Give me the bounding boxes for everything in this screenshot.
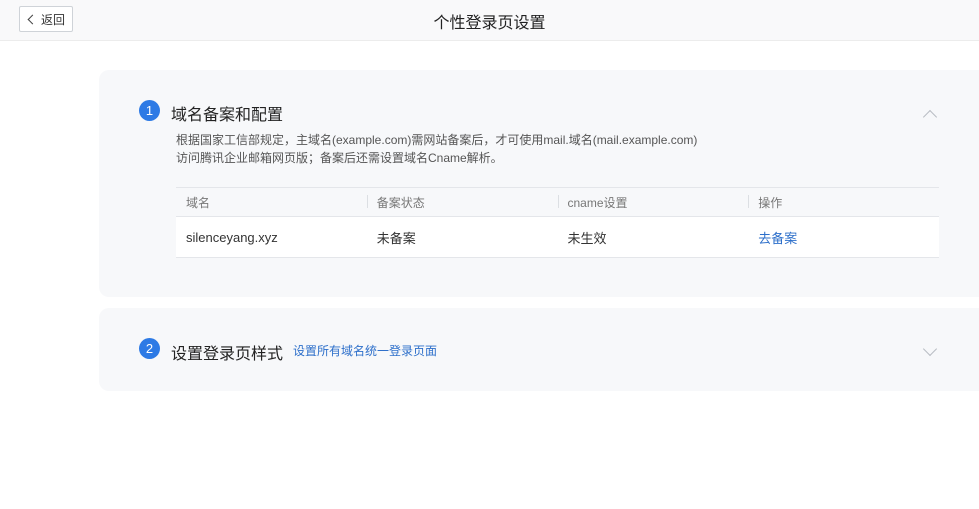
page-title: 个性登录页设置 <box>433 15 546 32</box>
chevron-down-icon[interactable] <box>922 341 938 357</box>
column-header-filing-status: 备案状态 <box>366 194 558 211</box>
step-1-panel: 1 域名备案和配置 根据国家工信部规定，主域名(example.com)需网站备… <box>99 70 979 297</box>
cell-domain: silenceyang.xyz <box>186 229 278 245</box>
table-row: silenceyang.xyz 未备案 未生效 去备案 <box>176 217 939 257</box>
step-1-description: 根据国家工信部规定，主域名(example.com)需网站备案后，才可使用mai… <box>176 131 697 167</box>
cell-filing-status: 未备案 <box>376 230 416 246</box>
step-2-title: 设置登录页样式 <box>171 346 284 363</box>
chevron-up-icon[interactable] <box>922 109 938 125</box>
column-header-action: 操作 <box>748 194 939 211</box>
column-header-domain: 域名 <box>186 195 211 210</box>
top-bar: 返回 个性登录页设置 <box>0 0 979 41</box>
column-header-cname: cname设置 <box>557 194 749 211</box>
step-1-number-badge: 1 <box>139 100 160 121</box>
step-2-panel[interactable]: 2 设置登录页样式 设置所有域名统一登录页面 <box>99 308 979 391</box>
description-line-2: 访问腾讯企业邮箱网页版；备案后还需设置域名Cname解析。 <box>176 151 503 165</box>
go-filing-link[interactable]: 去备案 <box>748 228 939 247</box>
table-header: 域名 备案状态 cname设置 操作 <box>176 188 939 217</box>
description-line-1: 根据国家工信部规定，主域名(example.com)需网站备案后，才可使用mai… <box>176 133 698 147</box>
domain-table: 域名 备案状态 cname设置 操作 silenceyang.xyz 未备案 未… <box>176 187 939 258</box>
unified-login-page-link[interactable]: 设置所有域名统一登录页面 <box>293 342 437 359</box>
cell-cname: 未生效 <box>567 230 607 246</box>
step-1-title: 域名备案和配置 <box>171 107 284 124</box>
step-2-number-badge: 2 <box>139 338 160 359</box>
